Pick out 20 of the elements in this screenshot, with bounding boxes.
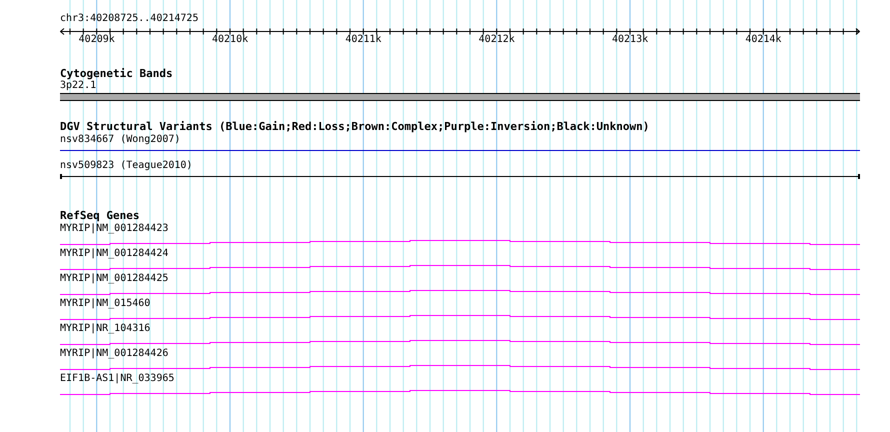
gene-label: EIF1B-AS1|NR_033965 (60, 373, 176, 385)
gene-label: MYRIP|NM_001284423 (60, 223, 170, 235)
gene-label: MYRIP|NR_104316 (60, 323, 152, 335)
variant-label: nsv834667 (Wong2007) (60, 134, 182, 146)
ruler-tick-label: 40212k (478, 35, 515, 45)
ruler-tick-label: 40211k (345, 35, 382, 45)
ruler-tick-label: 40209k (78, 35, 115, 45)
gene-label: MYRIP|NM_001284425 (60, 273, 170, 285)
track-title: RefSeq Genes (60, 210, 140, 222)
variant-label: nsv509823 (Teague2010) (60, 160, 194, 172)
ruler-tick-label: 40210k (212, 35, 248, 45)
ruler-tick-label: 40213k (612, 35, 648, 45)
track-title: Cytogenetic Bands (60, 68, 174, 80)
ruler-tick-label: 40214k (745, 35, 782, 45)
location-label: chr3:40208725..40214725 (60, 14, 198, 24)
gene-label: MYRIP|NM_015460 (60, 298, 152, 310)
gene-label: MYRIP|NM_001284424 (60, 248, 170, 260)
gene-label: MYRIP|NM_001284426 (60, 348, 170, 360)
band-label: 3p22.1 (60, 80, 98, 92)
track-title: DGV Structural Variants (Blue:Gain;Red:Loss;Brown:Complex;Purple:Inversion;Black:Unknown) (60, 121, 650, 133)
